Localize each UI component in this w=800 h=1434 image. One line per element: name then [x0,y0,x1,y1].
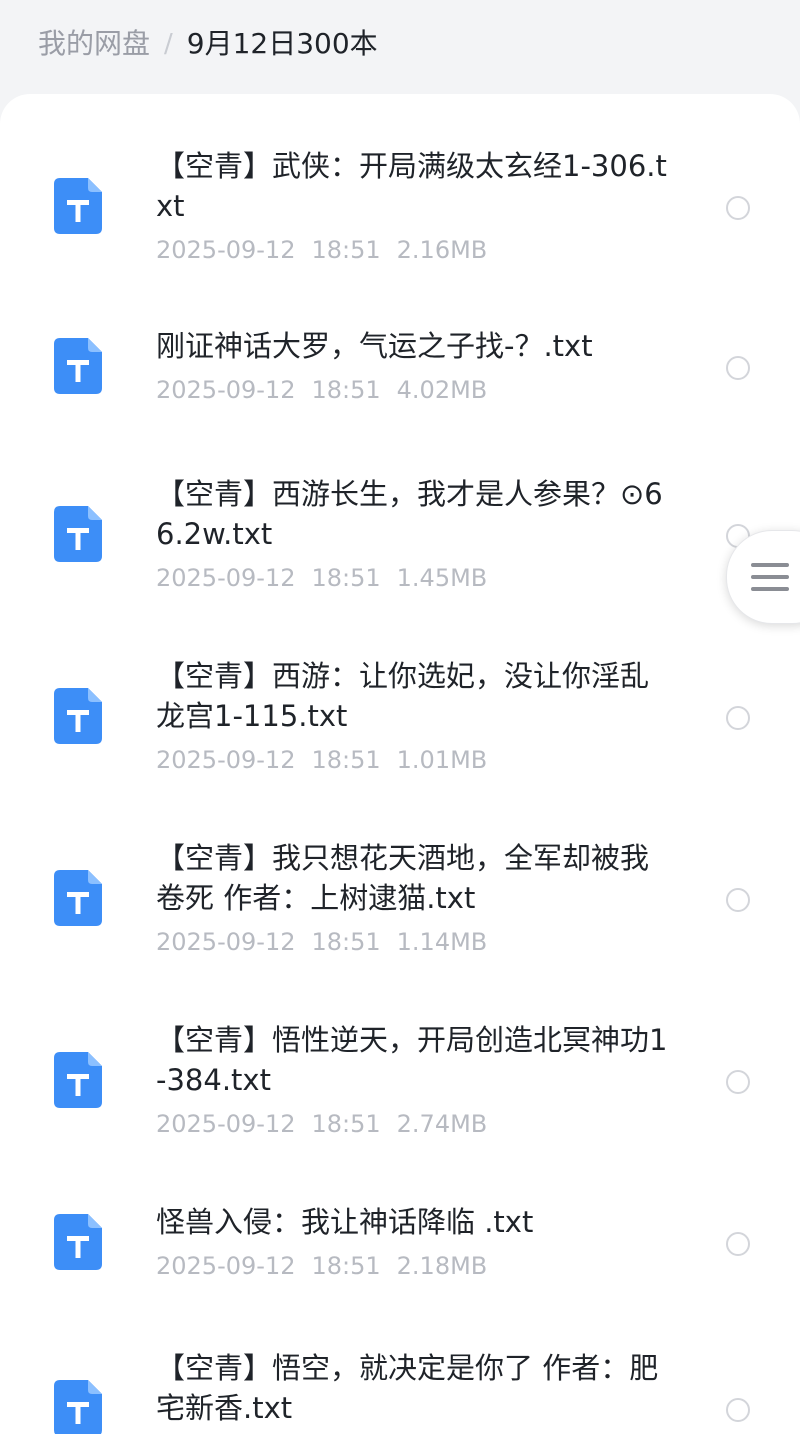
file-meta: 2025-09-12 18:51 2.16MB [156,234,503,266]
file-size: 2.16MB [396,236,488,264]
file-name[interactable]: 【空青】武侠：开局满级太玄经1-306.txt [156,146,676,226]
file-time: 18:51 [311,236,381,264]
file-name[interactable]: 【空青】悟性逆天，开局创造北冥神功1-384.txt [156,1020,676,1100]
select-radio[interactable] [726,888,750,912]
file-size: 4.02MB [396,376,488,404]
file-size: 1.01MB [396,746,488,774]
file-meta: 2025-09-12 18:51 4.02MB [156,374,503,406]
file-meta: 2025-09-12 18:51 2.74MB [156,1108,503,1140]
file-size: 2.74MB [396,1110,488,1138]
txt-file-icon [54,870,102,926]
file-time: 18:51 [311,1110,381,1138]
file-date: 2025-09-12 [156,746,296,774]
file-meta: 2025-09-12 18:51 1.45MB [156,562,503,594]
file-date: 2025-09-12 [156,928,296,956]
file-size: 2.18MB [396,1252,488,1280]
select-radio[interactable] [726,1070,750,1094]
file-time: 18:51 [311,1252,381,1280]
breadcrumb-root[interactable]: 我的网盘 [38,22,150,66]
file-list-card: 【空青】武侠：开局满级太玄经1-306.txt 2025-09-12 18:51 2.… [0,94,800,1434]
file-date: 2025-09-12 [156,1110,296,1138]
file-time: 18:51 [311,376,381,404]
file-size: 1.45MB [396,564,488,592]
file-name[interactable]: 刚证神话大罗，气运之子找-？.txt [156,326,676,366]
file-date: 2025-09-12 [156,376,296,404]
file-date: 2025-09-12 [156,236,296,264]
file-name[interactable]: 【空青】西游长生，我才是人参果？⊙66.2w.txt [156,474,676,554]
breadcrumb-separator: / [164,29,173,59]
txt-file-icon [54,1052,102,1108]
file-time: 18:51 [311,928,381,956]
file-meta: 2025-09-12 18:51 1.01MB [156,744,503,776]
file-name[interactable]: 【空青】悟空，就决定是你了 作者：肥宅新香.txt [156,1348,676,1428]
file-date: 2025-09-12 [156,564,296,592]
file-name[interactable]: 【空青】西游：让你选妃，没让你淫乱龙宫1-115.txt [156,656,676,736]
file-name[interactable]: 【空青】我只想花天酒地，全军却被我卷死 作者：上树逮猫.txt [156,838,676,918]
select-radio[interactable] [726,1398,750,1422]
txt-file-icon [54,1380,102,1434]
txt-file-icon [54,506,102,562]
select-radio[interactable] [726,356,750,380]
file-meta: 2025-09-12 18:51 1.14MB [156,926,503,958]
file-meta: 2025-09-12 18:51 2.18MB [156,1250,503,1282]
select-radio[interactable] [726,706,750,730]
breadcrumb-current: 9月12日300本 [186,27,378,60]
file-time: 18:51 [311,746,381,774]
txt-file-icon [54,338,102,394]
txt-file-icon [54,178,102,234]
txt-file-icon [54,1214,102,1270]
breadcrumb: 我的网盘 / 9月12日300本 [38,22,378,66]
file-date: 2025-09-12 [156,1252,296,1280]
txt-file-icon [54,688,102,744]
select-radio[interactable] [726,196,750,220]
file-name[interactable]: 怪兽入侵：我让神话降临 .txt [156,1202,676,1242]
file-size: 1.14MB [396,928,488,956]
file-time: 18:51 [311,564,381,592]
select-radio[interactable] [726,1232,750,1256]
